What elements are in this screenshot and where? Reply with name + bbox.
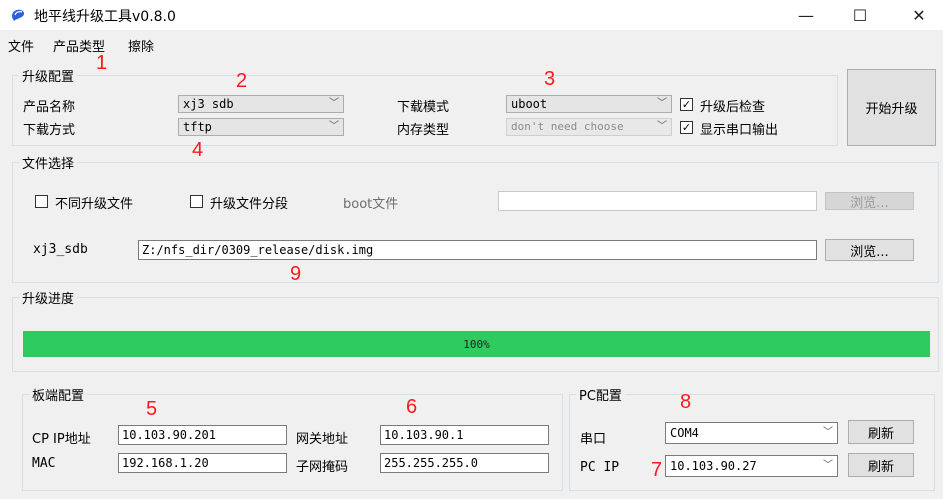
chevron-down-icon: ﹀ [823, 460, 833, 471]
progress-legend: 升级进度 [22, 292, 75, 307]
cp-ip-input[interactable]: 10.103.90.201 [118, 425, 287, 445]
gateway-input[interactable]: 10.103.90.1 [380, 425, 549, 445]
download-method-value: tftp [183, 120, 212, 134]
check-after-upgrade-checkbox[interactable]: ✓ [680, 98, 693, 111]
mac-label: MAC [32, 456, 56, 471]
download-mode-label: 下载模式 [397, 100, 450, 115]
mac-input[interactable]: 192.168.1.20 [118, 453, 287, 473]
menu-erase[interactable]: 擦除 [128, 36, 154, 55]
annotation-8: 8 [680, 391, 692, 413]
netmask-input[interactable]: 255.255.255.0 [380, 453, 549, 473]
show-serial-output-checkbox[interactable]: ✓ [680, 121, 693, 134]
split-files-checkbox[interactable] [190, 195, 203, 208]
annotation-2: 2 [236, 70, 248, 92]
annotation-5: 5 [146, 398, 158, 420]
board-config-legend: 板端配置 [32, 389, 85, 404]
close-button[interactable]: ✕ [896, 0, 942, 30]
different-files-label: 不同升级文件 [55, 197, 134, 212]
pc-ip-select[interactable]: 10.103.90.27 ﹀ [665, 455, 838, 477]
image-path-input[interactable]: Z:/nfs_dir/0309_release/disk.img [138, 240, 817, 260]
serial-refresh-button[interactable]: 刷新 [848, 420, 914, 444]
progress-text: 100% [463, 337, 490, 351]
cp-ip-label: CP IP地址 [32, 432, 91, 447]
download-mode-value: uboot [511, 97, 548, 111]
product-name-value: xj3 sdb [183, 97, 234, 111]
boot-file-label: boot文件 [343, 197, 399, 212]
chevron-down-icon: ﹀ [329, 98, 339, 109]
progress-group: 升级进度 [12, 288, 939, 372]
chevron-down-icon: ﹀ [329, 121, 339, 132]
netmask-label: 子网掩码 [296, 460, 349, 475]
annotation-6: 6 [406, 396, 418, 418]
serial-select[interactable]: COM4 ﹀ [665, 422, 838, 444]
memory-type-label: 内存类型 [397, 123, 450, 138]
minimize-button[interactable]: — [783, 0, 829, 30]
chevron-down-icon: ﹀ [657, 121, 667, 132]
gateway-label: 网关地址 [296, 432, 349, 447]
download-method-select[interactable]: tftp ﹀ [178, 118, 344, 136]
annotation-3: 3 [544, 68, 556, 90]
download-mode-select[interactable]: uboot ﹀ [506, 95, 672, 113]
memory-type-select: don't need choose ﹀ [506, 118, 672, 136]
serial-value: COM4 [670, 426, 699, 440]
different-files-checkbox[interactable] [35, 195, 48, 208]
memory-type-value: don't need choose [511, 120, 624, 133]
image-label: xj3_sdb [33, 242, 88, 257]
chevron-down-icon: ﹀ [823, 427, 833, 438]
chevron-down-icon: ﹀ [657, 98, 667, 109]
boot-file-input[interactable] [498, 191, 817, 211]
window-title: 地平线升级工具v0.8.0 [34, 9, 176, 25]
show-serial-output-label: 显示串口输出 [700, 123, 779, 138]
annotation-7: 7 [651, 459, 663, 481]
upgrade-config-legend: 升级配置 [22, 70, 75, 85]
pc-config-legend: PC配置 [579, 389, 622, 404]
file-select-legend: 文件选择 [22, 157, 75, 172]
image-browse-button[interactable]: 浏览... [825, 239, 914, 261]
menu-file[interactable]: 文件 [8, 36, 34, 55]
product-name-label: 产品名称 [23, 100, 76, 115]
file-select-group: 文件选择 [12, 153, 939, 283]
app-logo-icon [12, 9, 25, 21]
start-upgrade-button[interactable]: 开始升级 [847, 69, 936, 146]
product-name-select[interactable]: xj3 sdb ﹀ [178, 95, 344, 113]
download-method-label: 下载方式 [23, 123, 76, 138]
maximize-button[interactable]: ☐ [837, 0, 883, 30]
pc-ip-refresh-button[interactable]: 刷新 [848, 453, 914, 477]
check-after-upgrade-label: 升级后检查 [700, 100, 766, 115]
split-files-label: 升级文件分段 [210, 197, 289, 212]
pc-ip-label: PC IP [580, 460, 620, 475]
boot-browse-button: 浏览... [825, 192, 914, 211]
annotation-9: 9 [290, 263, 302, 285]
pc-ip-value: 10.103.90.27 [670, 459, 757, 473]
serial-label: 串口 [580, 432, 607, 447]
